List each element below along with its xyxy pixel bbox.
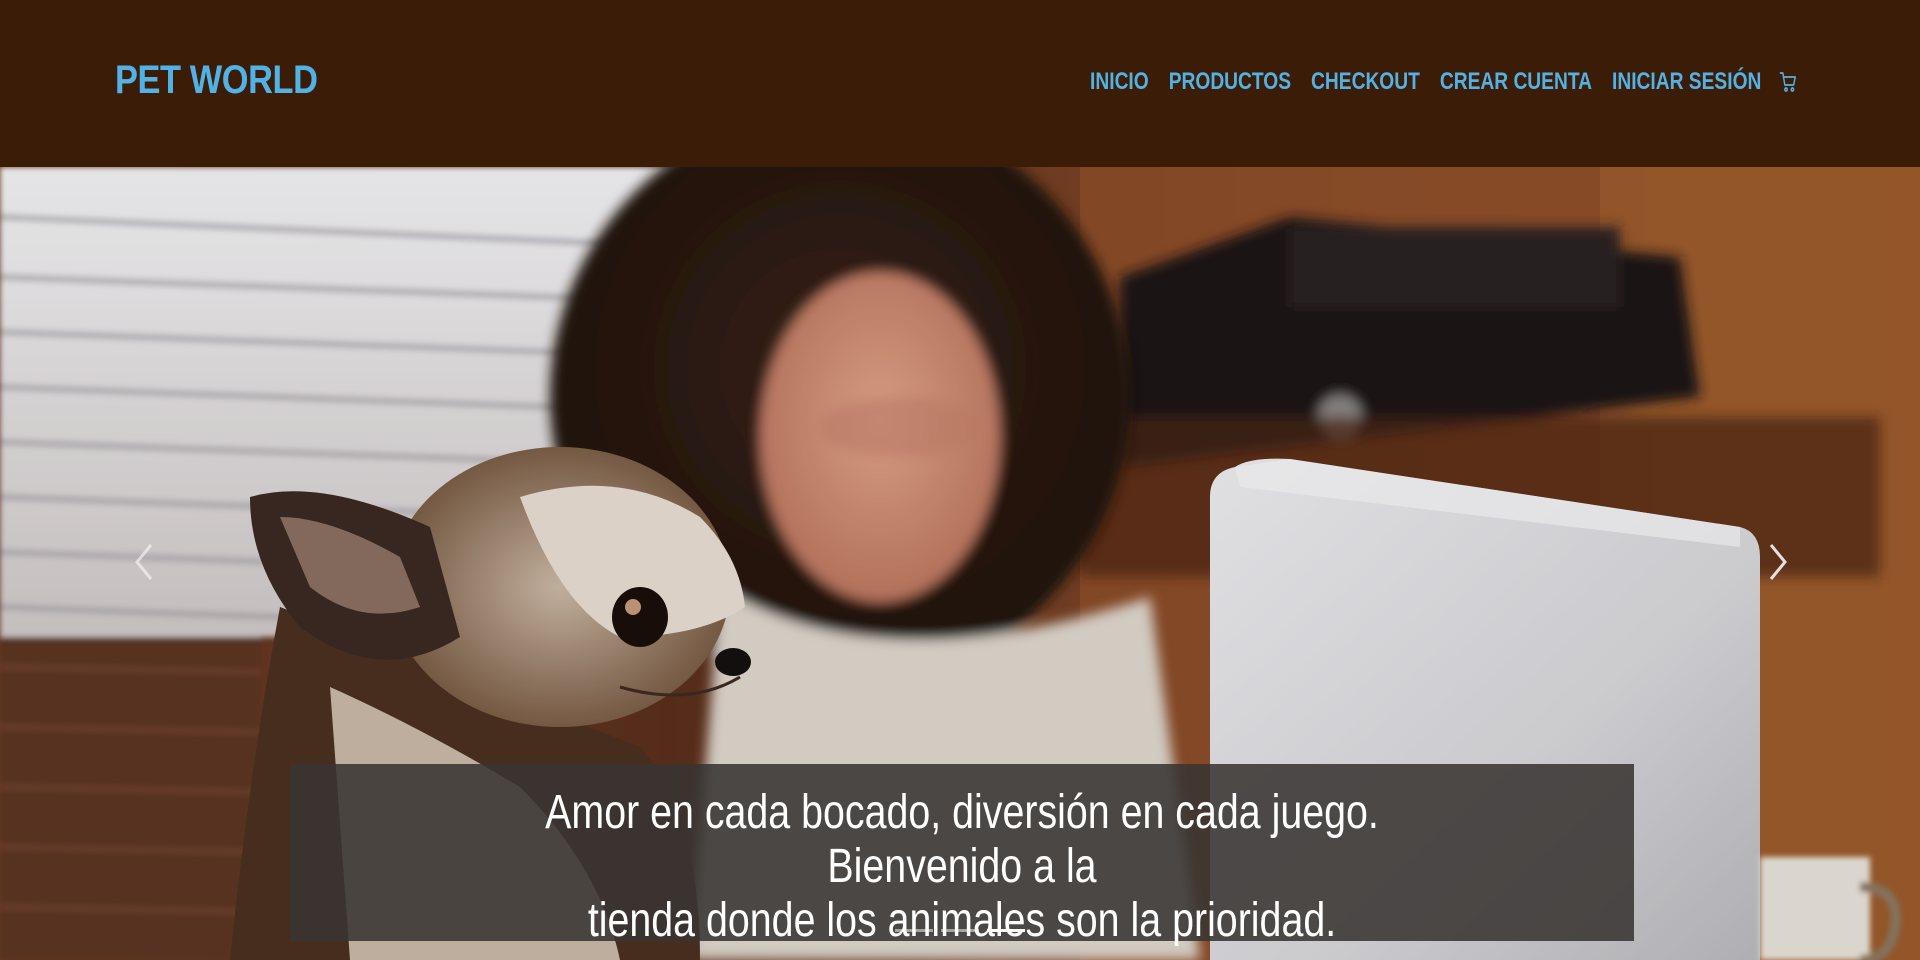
nav-link-iniciar-sesion[interactable]: INICIAR SESIÓN [1612,68,1761,96]
nav-link-productos[interactable]: PRODUCTOS [1169,68,1291,96]
carousel-indicator-2[interactable] [941,929,979,932]
carousel-indicator-1[interactable] [895,929,933,932]
caption-line-1: Amor en cada bocado, diversión en cada j… [545,786,1379,893]
carousel-next-button[interactable] [1757,537,1797,587]
brand-logo-link[interactable]: PET WORLD [115,58,318,103]
hero-carousel: Amor en cada bocado, diversión en cada j… [0,167,1920,960]
main-nav: INICIO PRODUCTOS CHECKOUT CREAR CUENTA I… [1070,68,1798,96]
chevron-left-icon [135,544,153,580]
carousel-indicator-3[interactable] [987,929,1025,932]
carousel-caption-text: Amor en cada bocado, diversión en cada j… [411,786,1513,948]
carousel-indicators [0,929,1920,935]
carousel-caption: Amor en cada bocado, diversión en cada j… [290,764,1634,947]
nav-link-inicio[interactable]: INICIO [1090,68,1149,96]
nav-link-crear-cuenta[interactable]: CREAR CUENTA [1440,68,1592,96]
shopping-cart-icon[interactable] [1779,70,1798,94]
carousel-prev-button[interactable] [125,537,165,587]
navbar: PET WORLD INICIO PRODUCTOS CHECKOUT CREA… [0,0,1920,167]
chevron-right-icon [1769,544,1787,580]
caption-line-2: tienda donde los animales son la priorid… [587,894,1337,947]
nav-link-checkout[interactable]: CHECKOUT [1311,68,1420,96]
